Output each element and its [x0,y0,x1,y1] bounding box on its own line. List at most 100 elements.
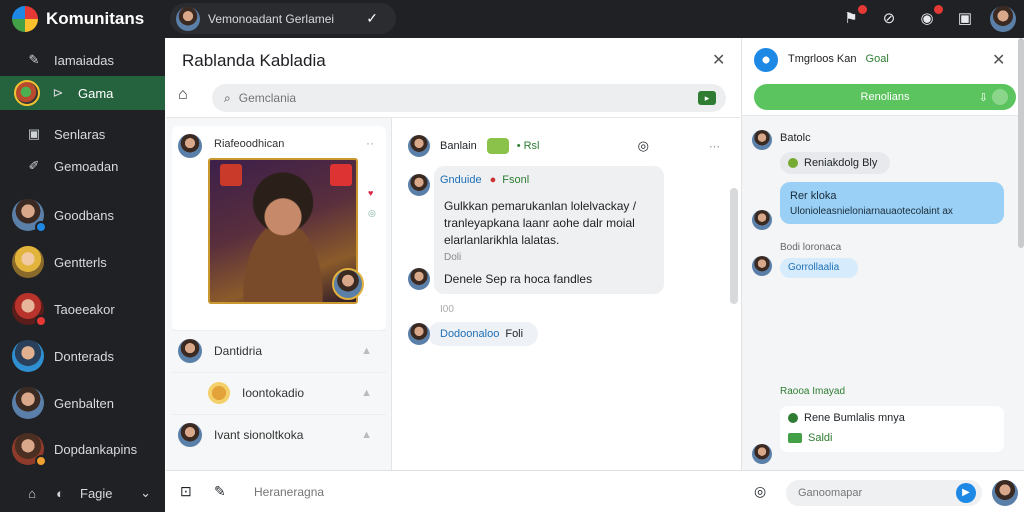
sidebar-item-label: Gentterls [54,254,107,270]
sidebar-item-goodbans[interactable]: Goodbans [0,196,165,234]
thread-name: Banlain [440,140,477,152]
sidebar-item-dopdankapins[interactable]: Dopdankapins [0,430,165,468]
link-icon[interactable]: ⊘ [878,8,900,30]
profile-avatar[interactable] [990,6,1016,32]
sidebar-item-donterads[interactable]: Donterads [0,337,165,375]
home-icon[interactable]: ⌂ [178,86,188,104]
profile-avatar[interactable] [992,480,1018,506]
sidebar-footer-label: Fagie [80,485,113,501]
flag-icon: ⊳ [52,85,64,100]
sidebar-item-gama[interactable]: ⊳ Gama [0,76,165,110]
avatar [332,268,364,300]
list-item-label: Ivant sionoltkoka [214,427,304,442]
attach-icon[interactable]: ✎ [214,483,226,500]
thread-header: Banlain • Rsl ◎ ⋯ [408,134,720,158]
post-author: Riafeoodhican [214,138,285,150]
window-icon[interactable]: ▣ [954,8,976,30]
home-icon[interactable]: ⌂ [24,486,40,501]
sender-name: Gnduide [440,174,482,186]
sidebar-item-label: Taoeeakor [54,301,115,317]
chevron-down-icon[interactable]: ⌄ [140,485,151,501]
search-icon: ⌕ [224,90,231,105]
emoji-icon[interactable]: ◎ [754,483,766,500]
search-bar[interactable]: ⌕ ▸ [212,84,726,112]
share-icon[interactable]: ◎ [368,208,376,219]
post-card[interactable]: Riafeoodhican ·· ♥ ◎ [172,126,386,330]
message-meta: Doli [444,252,462,263]
list-item[interactable]: Ioontokadio ▲ [172,372,386,412]
sidebar-item-label: Gemoadan [54,158,119,174]
compose-bar: ⊡ ✎ ◎ Ganoomapar ▶ [166,470,1024,512]
pen-icon: ✎ [28,52,40,67]
chat-bubble[interactable]: Gorrollaalia [780,258,858,278]
more-icon[interactable]: ·· [366,136,374,150]
secondary-input[interactable]: Ganoomapar ▶ [786,480,982,506]
sidebar-item-label: Donterads [54,348,114,364]
heart-icon: ● [489,174,497,186]
sidebar-item-iamaiadas[interactable]: ✎ Iamaiadas [0,46,165,74]
notification-icon[interactable]: ◉ [916,5,943,30]
message-bubble[interactable]: Gnduide ● Fsonl Gulkkan pemarukanlan lol… [434,166,664,294]
app-name: Komunitans [46,9,145,28]
list-item-label: Dantidria [214,343,263,358]
more-icon[interactable]: ⋯ [709,140,720,153]
primary-action-button[interactable]: Renolians ⇩ [754,84,1016,110]
sidebar-item-label: Senlaras [54,126,106,142]
mini-sender: Dodoonaloo [440,328,500,340]
divider-label: I00 [440,304,454,315]
like-icon[interactable]: ▲ [361,345,372,357]
chat-bubble[interactable]: Reniakdolg Bly [780,152,890,174]
user-switcher[interactable]: Vemonoadant Gerlamei ✓ [170,3,396,34]
message-thread: Banlain • Rsl ◎ ⋯ Gnduide ● Fsonl Gulkka… [400,126,728,470]
game-icon: ◐ [56,485,64,501]
like-icon[interactable]: ▲ [361,429,372,441]
list-item[interactable]: Dantidria ▲ [172,330,386,370]
sidebar-item-label: Genbalten [54,395,114,411]
avatar [12,387,44,419]
sidebar-item-gemoadan[interactable]: ✐ Gemoadan [0,152,165,180]
avatar [752,444,772,464]
download-icon: ⇩ [978,91,988,104]
chat-card[interactable]: Rene Bumlalis mnya Saldi [780,406,1004,452]
user-name: Vemonoadant Gerlamei [208,11,335,26]
send-button[interactable]: ▶ [956,483,976,503]
heart-icon[interactable]: ♥ [368,188,373,198]
chat-meta: Bodi loronaca [780,242,842,253]
camera-icon[interactable]: ⊡ [180,483,192,500]
close-icon[interactable]: ✕ [712,50,725,70]
avatar [408,174,430,196]
sidebar-item-taoeeakor[interactable]: Taoeeakor [0,290,165,328]
right-panel: Tmgrloos Kan Goal ✕ Renolians ⇩ Batolc R… [741,38,1024,470]
search-input[interactable] [238,91,698,105]
mini-message[interactable]: Dodoonaloo Foli [428,322,538,346]
sidebar-item-label: Goodbans [54,207,114,223]
avatar [178,422,202,447]
like-icon[interactable]: ▲ [361,387,372,399]
avatar [408,323,430,345]
sidebar-footer[interactable]: ⌂ ◐ Fagie ⌄ [0,474,165,512]
sidebar-item-label: Iamaiadas [54,52,114,68]
sidebar-item-senlaras[interactable]: ▣ Senlaras [0,120,165,148]
avatar [12,246,44,278]
reply-text: Denele Sep ra hoca fandles [444,272,593,286]
top-bar: Komunitans Vemonoadant Gerlamei ✓ ⚑ ⊘ ◉ … [0,0,1024,38]
sidebar-item-gentterls[interactable]: Gentterls [0,243,165,281]
message-input[interactable] [254,484,734,499]
check-icon [788,413,798,423]
mini-tag: Foli [505,328,524,340]
chat-bubble[interactable]: Rer kloka Ulonioleasnieloniarnauaotecola… [780,182,1004,224]
sidebar-item-genbalten[interactable]: Genbalten [0,384,165,422]
badge-icon [220,164,242,186]
right-scrollbar[interactable] [1018,38,1024,248]
thread-scrollbar[interactable] [730,188,738,304]
timer-icon[interactable]: ◎ [638,138,649,154]
status-badge: • Rsl [516,140,540,152]
author-avatar [178,134,202,158]
avatar [12,433,47,467]
close-icon[interactable]: ✕ [992,50,1005,70]
status-icon [788,158,798,168]
plus-icon [992,89,1008,105]
alert-icon[interactable]: ⚑ [840,5,867,30]
list-item[interactable]: Ivant sionoltkoka ▲ [172,414,386,454]
media-icon[interactable]: ▸ [698,91,716,105]
